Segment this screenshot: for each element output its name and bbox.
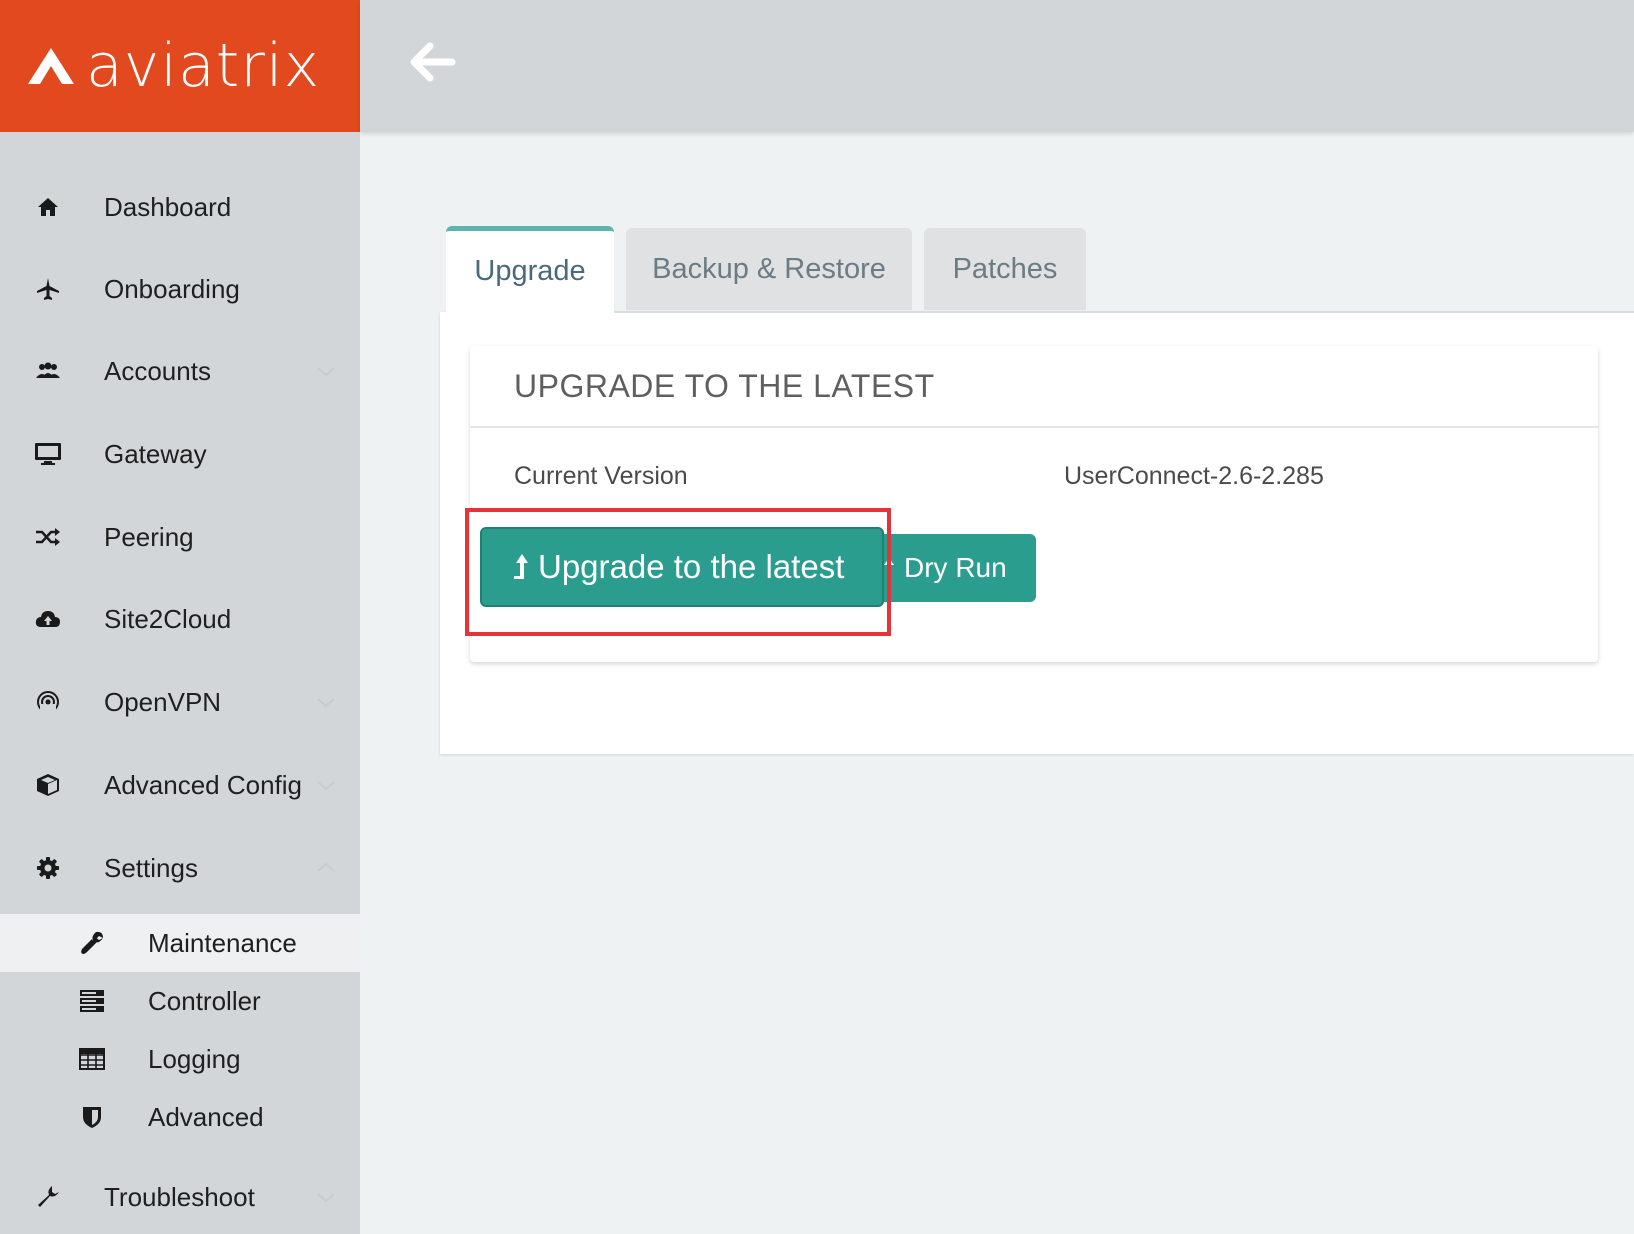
panel-divider: [470, 426, 1598, 428]
top-bar: [360, 0, 1634, 132]
sidebar-item-label: Advanced Config: [104, 769, 303, 800]
sidebar-item-label: Accounts: [104, 355, 211, 386]
upgrade-panel: UPGRADE TO THE LATEST Current Version Us…: [470, 346, 1598, 662]
sidebar-item-accounts[interactable]: Accounts: [0, 336, 360, 406]
sidebar-subitem-maintenance[interactable]: Maintenance: [0, 914, 360, 972]
sidebar-item-label: Settings: [104, 852, 198, 883]
server-icon: [78, 987, 106, 1015]
sidebar-subitem-logging[interactable]: Logging: [0, 1030, 360, 1088]
upgrade-to-latest-label: Upgrade to the latest: [538, 548, 845, 585]
panel-title: UPGRADE TO THE LATEST: [514, 368, 935, 404]
sidebar-item-onboarding[interactable]: Onboarding: [0, 254, 360, 324]
dry-run-button[interactable]: Dry Run: [860, 534, 1036, 602]
sidebar-subitem-controller[interactable]: Controller: [0, 972, 360, 1030]
cube-icon: [34, 771, 62, 799]
logo[interactable]: aviatrix: [0, 0, 360, 132]
chevron-down-icon: [317, 1193, 335, 1203]
current-version-label: Current Version: [514, 462, 688, 490]
chevron-up-icon: [317, 862, 335, 872]
upload-arrow-icon: [884, 558, 894, 578]
upload-arrow-icon: [514, 554, 528, 579]
sidebar-subitem-advanced[interactable]: Advanced: [0, 1088, 360, 1146]
tab-upgrade[interactable]: Upgrade: [446, 226, 614, 312]
sidebar-item-label: OpenVPN: [104, 686, 222, 717]
users-icon: [34, 357, 62, 385]
sidebar-item-advanced-config[interactable]: Advanced Config: [0, 750, 360, 820]
gear-icon: [34, 854, 62, 882]
table-icon: [78, 1045, 106, 1073]
sidebar-item-peering[interactable]: Peering: [0, 502, 360, 572]
shuffle-icon: [34, 523, 62, 551]
sidebar-subitem-label: Maintenance: [148, 927, 297, 958]
wrench-icon: [34, 1183, 62, 1211]
sidebar-item-label: Peering: [104, 521, 194, 552]
chevron-down-icon: [317, 367, 335, 377]
sidebar-item-label: Gateway: [104, 438, 207, 469]
aviatrix-logo-icon: [28, 48, 74, 84]
home-icon: [34, 193, 62, 221]
cloud-upload-icon: [34, 605, 62, 633]
sidebar-item-label: Dashboard: [104, 191, 232, 222]
wrench-icon: [78, 929, 106, 957]
back-arrow-icon[interactable]: [408, 42, 456, 82]
sidebar-item-dashboard[interactable]: Dashboard: [0, 172, 360, 242]
tab-divider: [614, 311, 1634, 313]
tab-backup-restore[interactable]: Backup & Restore: [626, 228, 912, 310]
airplane-icon: [34, 275, 62, 303]
current-version-value: UserConnect-2.6-2.285: [1064, 462, 1324, 490]
monitor-icon: [34, 440, 62, 468]
dry-run-label: Dry Run: [904, 552, 1007, 583]
chevron-down-icon: [317, 781, 335, 791]
sidebar-item-label: Site2Cloud: [104, 603, 232, 634]
sidebar-subitem-label: Advanced: [148, 1101, 264, 1132]
chevron-down-icon: [317, 698, 335, 708]
sidebar-item-openvpn[interactable]: OpenVPN: [0, 667, 360, 737]
sidebar-item-label: Onboarding: [104, 273, 240, 304]
sidebar-item-label: Troubleshoot: [104, 1181, 255, 1212]
tab-patches[interactable]: Patches: [924, 228, 1086, 310]
brand-name: aviatrix: [86, 31, 321, 101]
sidebar-item-gateway[interactable]: Gateway: [0, 419, 360, 489]
shield-icon: [78, 1103, 106, 1131]
sidebar-item-settings[interactable]: Settings: [0, 833, 360, 903]
sidebar-subitem-label: Controller: [148, 985, 261, 1016]
sidebar: Dashboard Onboarding Accounts Gateway Pe…: [0, 132, 360, 1234]
sidebar-item-troubleshoot[interactable]: Troubleshoot: [0, 1162, 360, 1232]
sidebar-item-site2cloud[interactable]: Site2Cloud: [0, 584, 360, 654]
broadcast-icon: [34, 688, 62, 716]
sidebar-subitem-label: Logging: [148, 1043, 241, 1074]
upgrade-to-latest-button[interactable]: Upgrade to the latest: [480, 527, 884, 607]
